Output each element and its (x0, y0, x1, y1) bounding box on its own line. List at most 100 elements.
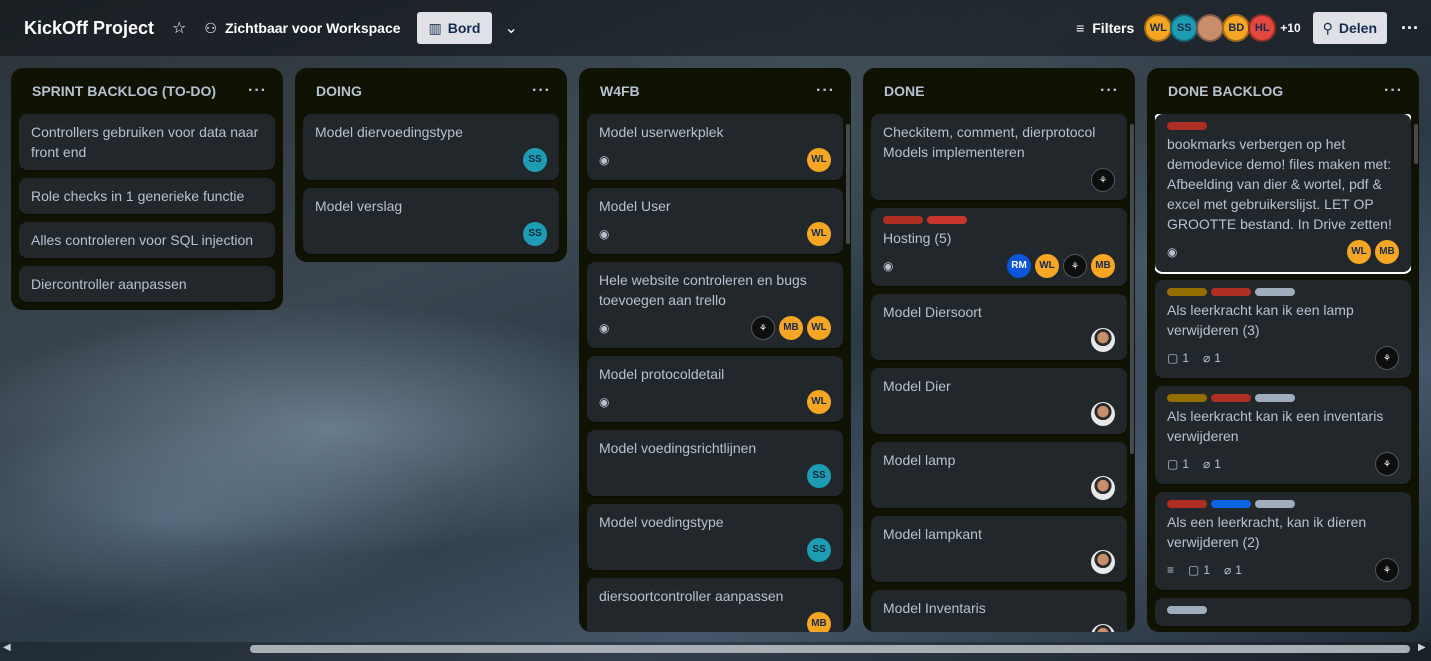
card[interactable]: Model verslag SS (303, 188, 559, 254)
member-avatar[interactable]: BD (1222, 14, 1251, 42)
card[interactable]: Als een leerkracht, kan ik dieren verwij… (1155, 492, 1411, 590)
member-avatar[interactable]: WL (807, 148, 831, 172)
label-chip[interactable] (1167, 394, 1207, 402)
card[interactable]: Controllers gebruiken voor data naar fro… (19, 114, 275, 170)
member-avatar[interactable]: WL (1347, 240, 1371, 264)
card[interactable]: Model lamp (871, 442, 1127, 508)
member-avatar[interactable]: SS (523, 148, 547, 172)
card[interactable] (1155, 598, 1411, 626)
label-chip[interactable] (1211, 500, 1251, 508)
member-avatar[interactable]: WL (807, 222, 831, 246)
label-chip[interactable] (1167, 500, 1207, 508)
board-view-button[interactable]: ▥ Bord (416, 12, 493, 44)
card[interactable]: Model User ◉ WL (587, 188, 843, 254)
card[interactable]: Model Dier (871, 368, 1127, 434)
list-scrollbar[interactable] (1414, 124, 1418, 164)
card[interactable]: diersoortcontroller aanpassen MB (587, 578, 843, 632)
member-avatar[interactable]: SS (1170, 14, 1199, 42)
label-chip[interactable] (1167, 606, 1207, 614)
more-members-count[interactable]: +10 (1280, 21, 1300, 35)
list-title[interactable]: DONE BACKLOG (1168, 83, 1283, 99)
card[interactable]: Diercontroller aanpassen (19, 266, 275, 302)
member-avatar[interactable]: MB (807, 612, 831, 632)
member-avatar[interactable] (1091, 402, 1115, 426)
horizontal-scroll-thumb[interactable] (250, 645, 1410, 653)
card[interactable]: Model diervoedingstype SS (303, 114, 559, 180)
card[interactable]: Hosting (5) ◉ RM WL ⚘ MB (871, 208, 1127, 286)
member-avatar[interactable]: ⚘ (1063, 254, 1087, 278)
member-avatar[interactable]: SS (807, 538, 831, 562)
label-chip[interactable] (1255, 500, 1295, 508)
member-avatar[interactable]: MB (1375, 240, 1399, 264)
card[interactable]: Model Diersoort (871, 294, 1127, 360)
list-scrollbar[interactable] (1130, 124, 1134, 454)
card[interactable]: Als leerkracht kan ik een lamp verwijder… (1155, 280, 1411, 378)
card[interactable]: Hele website controleren en bugs toevoeg… (587, 262, 843, 348)
member-avatar[interactable] (1091, 550, 1115, 574)
member-avatar[interactable]: ⚘ (1375, 346, 1399, 370)
member-avatar[interactable]: SS (523, 222, 547, 246)
member-avatar[interactable]: RM (1007, 254, 1031, 278)
card[interactable]: Model Inventaris (871, 590, 1127, 632)
filters-button[interactable]: ≡ Filters (1076, 20, 1134, 36)
card[interactable]: Role checks in 1 generieke functie (19, 178, 275, 214)
member-avatar[interactable]: ⚘ (1375, 452, 1399, 476)
list-title[interactable]: SPRINT BACKLOG (TO-DO) (32, 83, 216, 99)
label-chip[interactable] (927, 216, 967, 224)
label-chip[interactable] (883, 216, 923, 224)
list-menu-icon[interactable]: ··· (1384, 82, 1403, 100)
member-avatar[interactable]: ⚘ (1375, 558, 1399, 582)
visibility-button[interactable]: ⚇ Zichtbaar voor Workspace (204, 20, 400, 37)
card[interactable]: Alles controleren voor SQL injection (19, 222, 275, 258)
member-avatar[interactable]: MB (779, 316, 803, 340)
member-avatar[interactable]: MB (1091, 254, 1115, 278)
member-avatar[interactable]: ⚘ (751, 316, 775, 340)
card[interactable]: Model userwerkplek ◉ WL (587, 114, 843, 180)
label-chip[interactable] (1211, 288, 1251, 296)
star-icon[interactable]: ☆ (172, 18, 186, 38)
label-chip[interactable] (1211, 394, 1251, 402)
member-avatar[interactable] (1196, 14, 1225, 42)
member-avatar[interactable] (1091, 476, 1115, 500)
more-menu-icon[interactable]: ··· (1401, 18, 1419, 39)
card[interactable]: Model voedingsrichtlijnen SS (587, 430, 843, 496)
label-chip[interactable] (1255, 394, 1295, 402)
card[interactable]: Model voedingstype SS (587, 504, 843, 570)
card[interactable]: Checkitem, comment, dierprotocol Models … (871, 114, 1127, 200)
card[interactable]: Als leerkracht kan ik een inventaris ver… (1155, 386, 1411, 484)
scroll-right-icon[interactable]: ▶ (1418, 642, 1426, 653)
member-avatar[interactable] (1091, 328, 1115, 352)
member-avatar[interactable]: WL (807, 316, 831, 340)
member-avatar[interactable]: WL (807, 390, 831, 414)
member-avatar[interactable]: ⚘ (1091, 168, 1115, 192)
card[interactable]: Model lampkant (871, 516, 1127, 582)
list-scrollbar[interactable] (846, 124, 850, 244)
member-avatar[interactable]: HL (1248, 14, 1277, 42)
list-title[interactable]: DOING (316, 83, 362, 99)
card[interactable]: Model protocoldetail ◉ WL (587, 356, 843, 422)
card-footer: MB (599, 612, 831, 632)
scroll-left-icon[interactable]: ◀ (3, 642, 11, 653)
board-members[interactable]: WL SS BD HL +10 (1144, 14, 1301, 42)
label-chip[interactable] (1167, 122, 1207, 130)
member-avatar[interactable]: SS (807, 464, 831, 488)
list-menu-icon[interactable]: ··· (532, 82, 551, 100)
member-avatar[interactable]: WL (1035, 254, 1059, 278)
list-menu-icon[interactable]: ··· (1100, 82, 1119, 100)
share-button[interactable]: ⚲ Delen (1312, 12, 1388, 44)
card[interactable]: bookmarks verbergen op het demodevice de… (1155, 114, 1411, 274)
list-title[interactable]: W4FB (600, 83, 640, 99)
label-chip[interactable] (1167, 288, 1207, 296)
card-title: Diercontroller aanpassen (31, 276, 187, 292)
comment-icon: ▢ (1167, 351, 1179, 365)
list-menu-icon[interactable]: ··· (248, 82, 267, 100)
board-title[interactable]: KickOff Project (24, 18, 154, 39)
list-title[interactable]: DONE (884, 83, 924, 99)
label-chip[interactable] (1255, 288, 1295, 296)
member-avatar[interactable] (1091, 624, 1115, 632)
card-title: Role checks in 1 generieke functie (31, 188, 245, 204)
list-menu-icon[interactable]: ··· (816, 82, 835, 100)
card-labels (1167, 122, 1399, 130)
chevron-down-icon[interactable]: ⌄ (504, 18, 517, 38)
member-avatar[interactable]: WL (1144, 14, 1173, 42)
